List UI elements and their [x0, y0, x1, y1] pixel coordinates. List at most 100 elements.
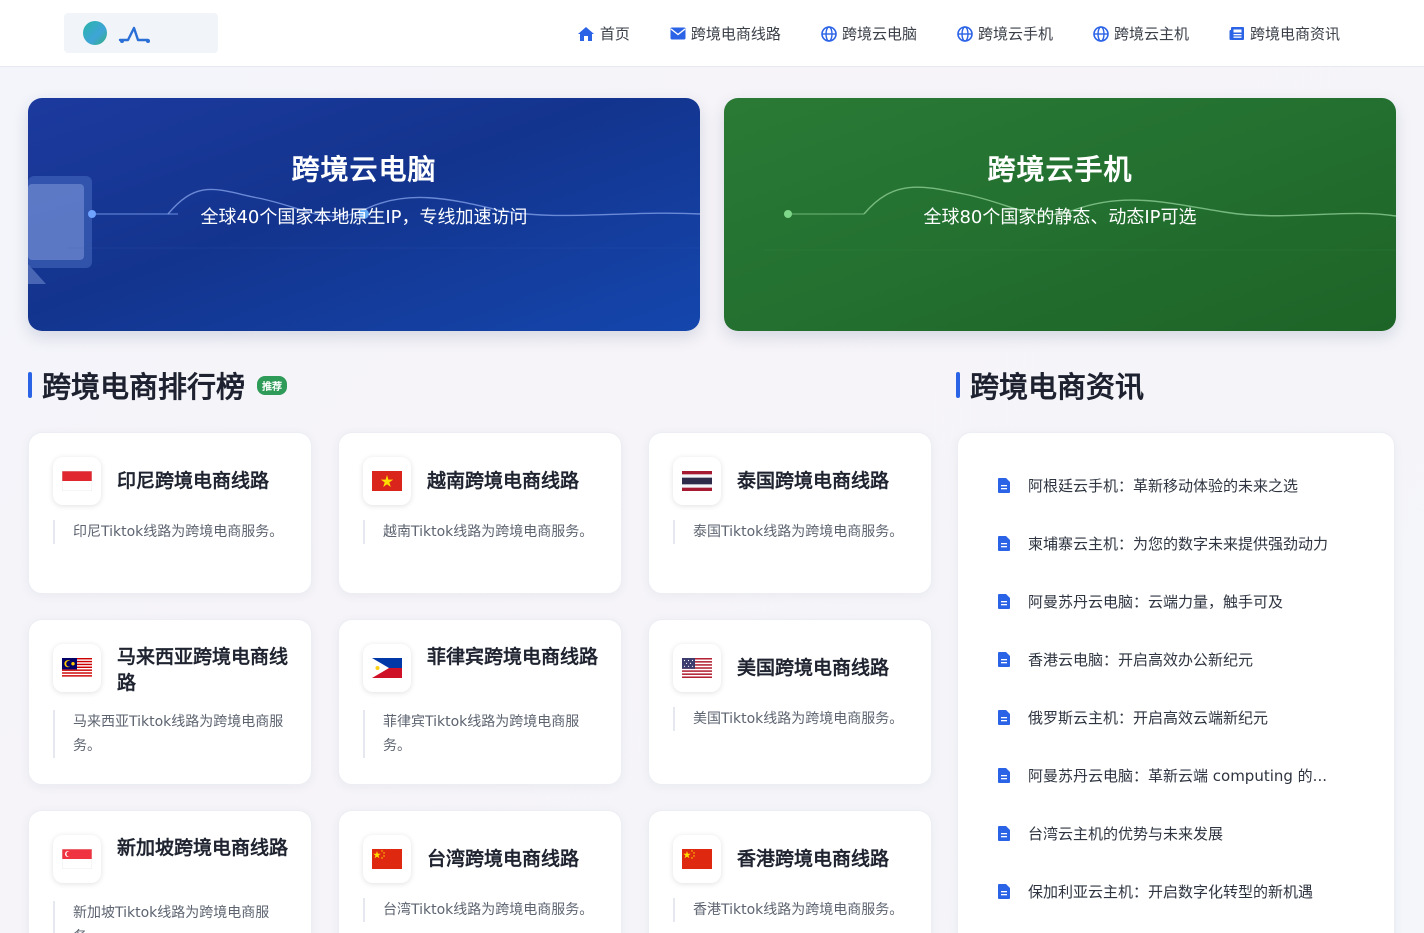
document-icon [998, 768, 1010, 783]
cloud-pc-banner[interactable]: 跨境云电脑 全球40个国家本地原生IP，专线加速访问 [28, 98, 700, 331]
flag-frame [53, 457, 101, 505]
card-title: 越南跨境电商线路 [427, 470, 580, 492]
news-title-text: 跨境电商资讯 [970, 370, 1145, 404]
news-item-title: 台湾云主机的优势与未来发展 [1028, 825, 1224, 843]
card-description: 泰国Tiktok线路为跨境电商服务。 [673, 520, 907, 544]
card-title: 香港跨境电商线路 [737, 848, 890, 870]
home-icon [577, 26, 594, 41]
logo-mark [83, 21, 107, 45]
news-item[interactable]: 阿曼苏丹云电脑：革新云端 computing 的... [998, 765, 1327, 786]
nav-home-label: 首页 [599, 25, 630, 43]
document-icon [998, 652, 1010, 667]
card-description: 新加坡Tiktok线路为跨境电商服务。 [53, 901, 287, 933]
card-description: 越南Tiktok线路为跨境电商服务。 [363, 520, 597, 544]
malaysia-flag-icon [62, 658, 92, 678]
china-flag-icon [682, 849, 712, 869]
card-description: 马来西亚Tiktok线路为跨境电商服务。 [53, 710, 287, 758]
flag-frame [53, 644, 101, 692]
flag-frame [673, 644, 721, 692]
line-card-philippines[interactable]: 菲律宾跨境电商线路 菲律宾Tiktok线路为跨境电商服务。 [338, 619, 622, 785]
news-item[interactable]: 保加利亚云主机：开启数字化转型的新机遇 [998, 881, 1313, 902]
news-section-title: 跨境电商资讯 [956, 364, 1144, 406]
title-accent-bar [28, 372, 32, 398]
card-description: 香港Tiktok线路为跨境电商服务。 [673, 898, 907, 922]
nav-cloud-host[interactable]: 跨境云主机 [1093, 23, 1189, 44]
card-title: 新加坡跨境电商线路 [117, 837, 289, 859]
card-title: 马来西亚跨境电商线路 [117, 646, 289, 694]
china-flag-icon [372, 849, 402, 869]
document-icon [998, 826, 1010, 841]
document-icon [998, 536, 1010, 551]
logo-glyph [118, 26, 150, 43]
cloud-pc-title: 跨境云电脑 [291, 153, 437, 186]
card-title: 印尼跨境电商线路 [117, 470, 270, 492]
flag-frame [363, 644, 411, 692]
usa-flag-icon [682, 658, 712, 678]
nav-ecommerce-lines-label: 跨境电商线路 [690, 25, 781, 43]
card-description: 美国Tiktok线路为跨境电商服务。 [673, 707, 907, 731]
newspaper-icon [1229, 27, 1244, 40]
nav-cloud-pc-label: 跨境云电脑 [841, 25, 917, 43]
card-title: 菲律宾跨境电商线路 [427, 646, 599, 668]
news-item[interactable]: 俄罗斯云主机：开启高效云端新纪元 [998, 707, 1268, 728]
flag-frame [673, 835, 721, 883]
card-description: 印尼Tiktok线路为跨境电商服务。 [53, 520, 287, 544]
nav-cloud-phone[interactable]: 跨境云手机 [957, 23, 1053, 44]
singapore-flag-icon [62, 849, 92, 869]
line-card-indonesia[interactable]: 印尼跨境电商线路 印尼Tiktok线路为跨境电商服务。 [28, 432, 312, 594]
news-item[interactable]: 柬埔寨云主机：为您的数字未来提供强劲动力 [998, 533, 1328, 554]
document-icon [998, 594, 1010, 609]
news-item[interactable]: 阿曼苏丹云电脑：云端力量，触手可及 [998, 591, 1283, 612]
news-item-title: 柬埔寨云主机：为您的数字未来提供强劲动力 [1028, 535, 1329, 553]
vietnam-flag-icon [372, 471, 402, 491]
document-icon [998, 710, 1010, 725]
document-icon [998, 884, 1010, 899]
flag-frame [673, 457, 721, 505]
news-item[interactable]: 香港云电脑：开启高效办公新纪元 [998, 649, 1253, 670]
card-title: 台湾跨境电商线路 [427, 848, 580, 870]
philippines-flag-icon [372, 658, 402, 678]
line-card-taiwan[interactable]: 台湾跨境电商线路 台湾Tiktok线路为跨境电商服务。 [338, 810, 622, 933]
nav-news-label: 跨境电商资讯 [1249, 25, 1340, 43]
cloud-phone-subtitle: 全球80个国家的静态、动态IP可选 [923, 207, 1197, 228]
nav-news[interactable]: 跨境电商资讯 [1229, 23, 1340, 44]
card-title: 泰国跨境电商线路 [737, 470, 890, 492]
news-item-title: 俄罗斯云主机：开启高效云端新纪元 [1028, 709, 1269, 727]
card-description: 台湾Tiktok线路为跨境电商服务。 [363, 898, 597, 922]
site-logo[interactable] [64, 13, 218, 53]
line-card-malaysia[interactable]: 马来西亚跨境电商线路 马来西亚Tiktok线路为跨境电商服务。 [28, 619, 312, 785]
news-panel: 阿根廷云手机：革新移动体验的未来之选 柬埔寨云主机：为您的数字未来提供强劲动力 … [957, 432, 1395, 933]
line-card-usa[interactable]: 美国跨境电商线路 美国Tiktok线路为跨境电商服务。 [648, 619, 932, 785]
line-card-hongkong[interactable]: 香港跨境电商线路 香港Tiktok线路为跨境电商服务。 [648, 810, 932, 933]
globe-icon [1093, 25, 1109, 42]
document-icon [998, 478, 1010, 493]
news-item-title: 阿根廷云手机：革新移动体验的未来之选 [1028, 477, 1299, 495]
nav-home[interactable]: 首页 [577, 23, 630, 44]
nav-cloud-host-label: 跨境云主机 [1113, 25, 1189, 43]
card-description: 菲律宾Tiktok线路为跨境电商服务。 [363, 710, 597, 758]
news-item-title: 保加利亚云主机：开启数字化转型的新机遇 [1028, 883, 1314, 901]
line-card-thailand[interactable]: 泰国跨境电商线路 泰国Tiktok线路为跨境电商服务。 [648, 432, 932, 594]
line-card-vietnam[interactable]: 越南跨境电商线路 越南Tiktok线路为跨境电商服务。 [338, 432, 622, 594]
nav-cloud-phone-label: 跨境云手机 [977, 25, 1053, 43]
flag-frame [53, 835, 101, 883]
news-item[interactable]: 阿根廷云手机：革新移动体验的未来之选 [998, 475, 1298, 496]
cloud-pc-subtitle: 全球40个国家本地原生IP，专线加速访问 [200, 207, 528, 228]
ranking-section-title: 跨境电商排行榜 推荐 [28, 364, 288, 406]
title-accent-bar [956, 372, 960, 398]
line-card-singapore[interactable]: 新加坡跨境电商线路 新加坡Tiktok线路为跨境电商服务。 [28, 810, 312, 933]
news-item-title: 阿曼苏丹云电脑：革新云端 computing 的... [1028, 767, 1327, 785]
cloud-phone-banner[interactable]: 跨境云手机 全球80个国家的静态、动态IP可选 [724, 98, 1396, 331]
news-item-title: 阿曼苏丹云电脑：云端力量，触手可及 [1028, 593, 1284, 611]
news-item[interactable]: 台湾云主机的优势与未来发展 [998, 823, 1223, 844]
cloud-phone-title: 跨境云手机 [987, 153, 1133, 186]
indonesia-flag-icon [62, 471, 92, 491]
ranking-title-text: 跨境电商排行榜 [42, 370, 246, 404]
nav-cloud-pc[interactable]: 跨境云电脑 [821, 23, 917, 44]
top-header: 首页 跨境电商线路 跨境云电脑 跨境云手机 跨境云主机 跨境电商资讯 [0, 0, 1424, 67]
mail-icon [670, 27, 686, 40]
recommended-badge: 推荐 [257, 375, 288, 395]
nav-ecommerce-lines[interactable]: 跨境电商线路 [670, 23, 781, 44]
globe-icon [957, 25, 973, 42]
card-title: 美国跨境电商线路 [737, 657, 890, 679]
